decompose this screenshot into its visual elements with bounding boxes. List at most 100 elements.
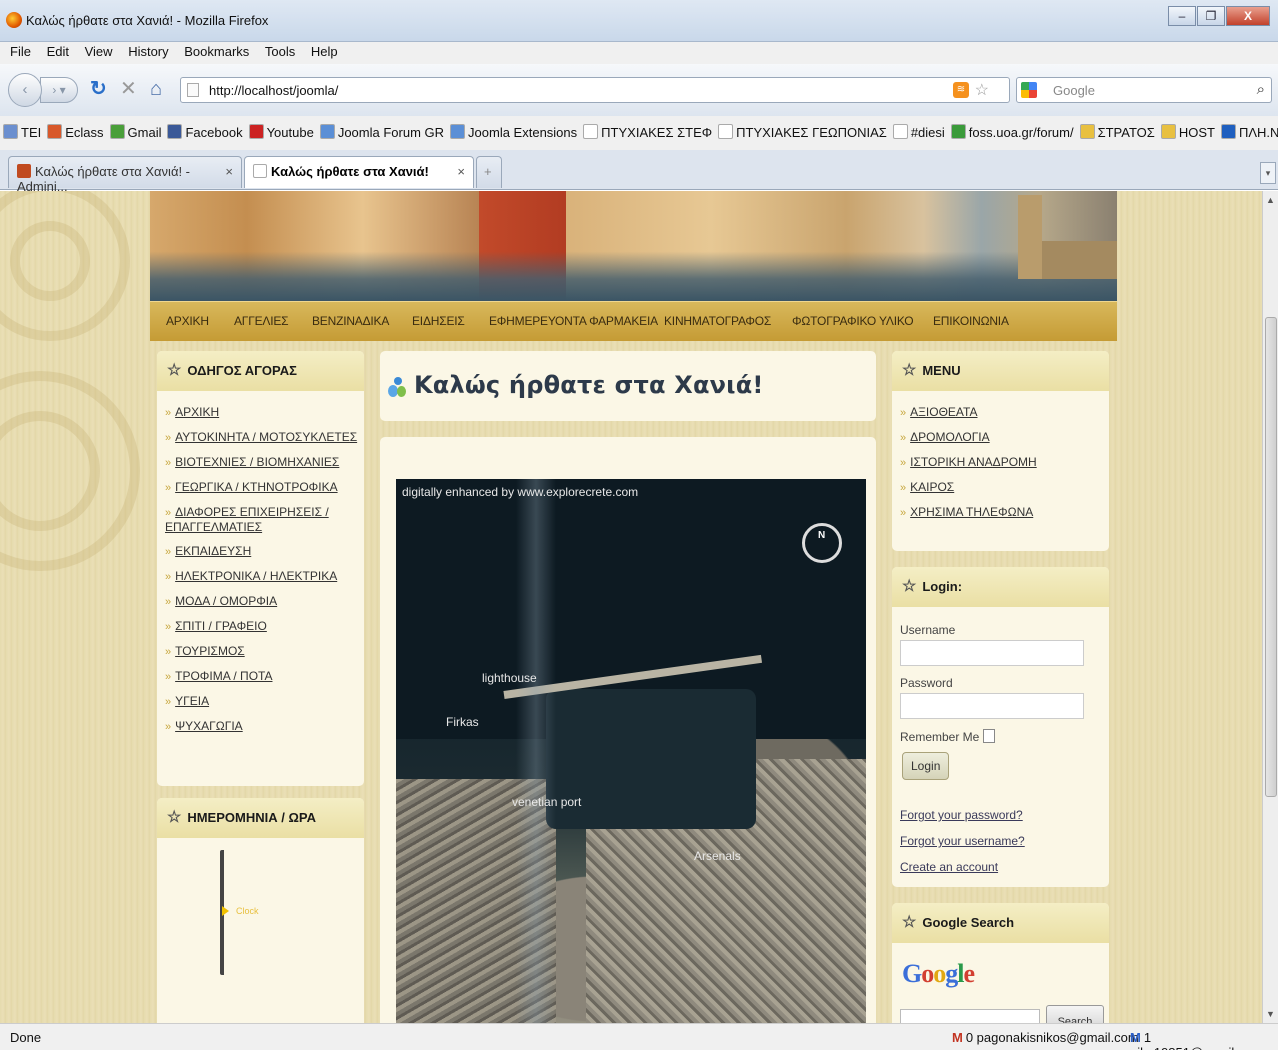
- market-guide-item-label: ΤΟΥΡΙΣΜΟΣ: [175, 644, 245, 658]
- home-icon[interactable]: ⌂: [150, 78, 162, 100]
- close-tab-icon[interactable]: ×: [225, 164, 233, 179]
- remember-me-checkbox[interactable]: [983, 729, 996, 743]
- username-input[interactable]: [900, 640, 1084, 666]
- bookmark-item[interactable]: ΠΤΥΧΙΑΚΕΣ ΣΤΕΦ: [580, 124, 715, 140]
- close-tab-icon[interactable]: ×: [457, 164, 465, 179]
- bookmark-item[interactable]: TEI: [0, 124, 44, 140]
- map-label-venetian-port: venetian port: [512, 795, 582, 809]
- nav-photos[interactable]: ΦΩΤΟΓΡΑΦΙΚΟ ΥΛΙΚΟ: [792, 314, 914, 328]
- url-bar[interactable]: http://localhost/joomla/ ≋ ☆: [180, 77, 1010, 103]
- clock-widget: Clock: [220, 850, 259, 975]
- bookmark-item[interactable]: Joomla Forum GR: [317, 124, 447, 140]
- google-search-input[interactable]: [900, 1009, 1040, 1023]
- scroll-down-icon[interactable]: ▼: [1266, 1009, 1275, 1019]
- menu-help[interactable]: Help: [305, 42, 344, 59]
- forgot-password-link[interactable]: Forgot your password?: [900, 808, 1109, 822]
- bookmark-item[interactable]: HOST: [1158, 124, 1218, 140]
- bookmark-item[interactable]: #diesi: [890, 124, 948, 140]
- back-button[interactable]: ‹: [8, 73, 42, 107]
- close-window-button[interactable]: X: [1226, 6, 1270, 26]
- bookmark-icon: [718, 124, 734, 139]
- password-input[interactable]: [900, 693, 1084, 719]
- market-guide-item[interactable]: » ΤΡΟΦΙΜΑ / ΠΟΤΑ: [165, 669, 364, 684]
- tab-admin[interactable]: Καλώς ήρθατε στα Χανιά! - Admini... ×: [8, 156, 242, 194]
- market-guide-item[interactable]: » ΥΓΕΙΑ: [165, 694, 364, 709]
- google-search-button[interactable]: Search: [1046, 1005, 1104, 1023]
- menu-item-label: ΙΣΤΟΡΙΚΗ ΑΝΑΔΡΟΜΗ: [910, 455, 1037, 469]
- bookmark-label: Joomla Forum GR: [337, 125, 445, 140]
- chania-header-banner: [150, 191, 1117, 301]
- bookmark-item[interactable]: Gmail: [107, 124, 165, 140]
- nav-news[interactable]: ΕΙΔΗΣΕΙΣ: [412, 314, 465, 328]
- scroll-up-icon[interactable]: ▲: [1266, 195, 1275, 205]
- nav-contact[interactable]: ΕΠΙΚΟΙΝΩΝΙΑ: [933, 314, 1009, 328]
- bookmark-item[interactable]: Youtube: [246, 124, 317, 140]
- market-guide-item[interactable]: » ΗΛΕΚΤΡΟΝΙΚΑ / ΗΛΕΚΤΡΙΚΑ: [165, 569, 364, 584]
- double-chevron-icon: »: [165, 721, 172, 733]
- menu-tools[interactable]: Tools: [259, 42, 301, 59]
- bookmark-item[interactable]: Eclass: [44, 124, 106, 140]
- bookmark-item[interactable]: Facebook: [164, 124, 245, 140]
- market-guide-item[interactable]: » ΜΟΔΑ / ΟΜΟΡΦΙΑ: [165, 594, 364, 609]
- page-scrollbar[interactable]: ▲ ▼: [1262, 191, 1278, 1023]
- create-account-link[interactable]: Create an account: [900, 860, 1109, 874]
- menu-edit[interactable]: Edit: [41, 42, 75, 59]
- market-guide-item[interactable]: » ΣΠΙΤΙ / ΓΡΑΦΕΙΟ: [165, 619, 364, 634]
- menu-file[interactable]: File: [4, 42, 37, 59]
- reload-icon[interactable]: ↻: [90, 78, 107, 100]
- maximize-button[interactable]: ❐: [1197, 6, 1225, 26]
- forgot-username-link[interactable]: Forgot your username?: [900, 834, 1109, 848]
- nav-gas-stations[interactable]: BENZINAΔΙΚΑ: [312, 314, 389, 328]
- menu-box: ☆ MENU » ΑΞΙΟΘΕΑΤΑ» ΔΡΟΜΟΛΟΓΙΑ» ΙΣΤΟΡΙΚΗ ΑΝΑ…: [892, 351, 1109, 551]
- bookmark-label: HOST: [1178, 125, 1215, 140]
- rss-icon[interactable]: ≋: [953, 82, 969, 98]
- search-icon[interactable]: ⌕: [1257, 81, 1265, 98]
- nav-pharmacies[interactable]: ΕΦΗΜΕΡΕΥΟΝΤΑ ΦΑΡΜΑΚΕΙΑ: [489, 314, 658, 328]
- menu-item[interactable]: » ΙΣΤΟΡΙΚΗ ΑΝΑΔΡΟΜΗ: [900, 455, 1109, 470]
- stop-icon[interactable]: ✕: [120, 78, 137, 100]
- market-guide-item[interactable]: » ΨΥΧΑΓΩΓΙΑ: [165, 719, 364, 734]
- window-controls: – ❐ X: [1167, 6, 1270, 26]
- menu-item[interactable]: » ΑΞΙΟΘΕΑΤΑ: [900, 405, 1109, 420]
- market-guide-item[interactable]: » ΔΙΑΦΟΡΕΣ ΕΠΙΧΕΙΡΗΣΕΙΣ / ΕΠΑΓΓΕΛΜΑΤΙΕΣ: [165, 505, 364, 534]
- map-label-lighthouse: lighthouse: [482, 671, 537, 685]
- market-guide-item[interactable]: » ΑΡΧΙΚΗ: [165, 405, 364, 420]
- bookmark-item[interactable]: ΠΛΗ.ΝΕΤ: [1218, 124, 1278, 140]
- nav-cinema[interactable]: ΚΙΝΗΜΑΤΟΓΡΑΦΟΣ: [664, 314, 771, 328]
- gmail-notifier-2[interactable]: M1 nike19851@gmail.com: [1130, 1030, 1278, 1050]
- menu-item[interactable]: » ΧΡΗΣΙΜΑ ΤΗΛΕΦΩΝΑ: [900, 505, 1109, 520]
- search-bar[interactable]: Google ⌕: [1016, 77, 1272, 103]
- tab-active[interactable]: Καλώς ήρθατε στα Χανιά! ×: [244, 156, 474, 188]
- market-guide-item-label: ΤΡΟΦΙΜΑ / ΠΟΤΑ: [175, 669, 273, 683]
- login-button[interactable]: Login: [902, 752, 950, 780]
- market-guide-item[interactable]: » ΓΕΩΡΓΙΚΑ / ΚΤΗΝΟΤΡΟΦΙΚΑ: [165, 480, 364, 495]
- bookmark-item[interactable]: ΣΤΡΑΤΟΣ: [1077, 124, 1158, 140]
- market-guide-item[interactable]: » ΑΥΤΟΚΙΝΗΤΑ / ΜΟΤΟΣΥΚΛΕΤΕΣ: [165, 430, 364, 445]
- menu-history[interactable]: History: [122, 42, 174, 59]
- bookmark-star-icon[interactable]: ☆: [975, 80, 989, 100]
- bookmark-item[interactable]: foss.uoa.gr/forum/: [948, 124, 1077, 140]
- menu-view[interactable]: View: [79, 42, 119, 59]
- menu-bookmarks[interactable]: Bookmarks: [178, 42, 255, 59]
- market-guide-item-label: ΓΕΩΡΓΙΚΑ / ΚΤΗΝΟΤΡΟΦΙΚΑ: [175, 480, 338, 494]
- new-tab-button[interactable]: +: [476, 156, 502, 188]
- bookmark-item[interactable]: Joomla Extensions: [447, 124, 580, 140]
- menu-item[interactable]: » ΚΑΙΡΟΣ: [900, 480, 1109, 495]
- minimize-button[interactable]: –: [1168, 6, 1196, 26]
- star-icon: ☆: [902, 914, 917, 931]
- nav-ads[interactable]: ΑΓΓΕΛΙΕΣ: [234, 314, 289, 328]
- forward-button[interactable]: › ▾: [40, 77, 78, 103]
- nav-home[interactable]: ΑΡΧΙΚΗ: [166, 314, 209, 328]
- market-guide-item[interactable]: » ΒΙΟΤΕΧΝΙΕΣ / ΒΙΟΜΗΧΑΝΙΕΣ: [165, 455, 364, 470]
- google-engine-icon[interactable]: [1021, 82, 1037, 98]
- menu-title: MENU: [922, 363, 961, 378]
- market-guide-item[interactable]: » ΤΟΥΡΙΣΜΟΣ: [165, 644, 364, 659]
- scroll-thumb[interactable]: [1265, 317, 1277, 797]
- page-viewport: ΑΡΧΙΚΗ ΑΓΓΕΛΙΕΣ BENZINAΔΙΚΑ ΕΙΔΗΣΕΙΣ ΕΦΗ…: [0, 191, 1262, 1023]
- market-guide-item[interactable]: » ΕΚΠΑΙΔΕΥΣΗ: [165, 544, 364, 559]
- tab-list-chevron-icon[interactable]: ▾: [1260, 162, 1276, 184]
- bookmark-item[interactable]: ΠΤΥΧΙΑΚΕΣ ΓΕΩΠΟΝΙΑΣ: [715, 124, 890, 140]
- gmail-notifier-1[interactable]: M0 pagonakisnikos@gmail.com: [952, 1030, 1139, 1045]
- menu-item[interactable]: » ΔΡΟΜΟΛΟΓΙΑ: [900, 430, 1109, 445]
- map-credit: digitally enhanced by www.explorecrete.c…: [402, 485, 639, 499]
